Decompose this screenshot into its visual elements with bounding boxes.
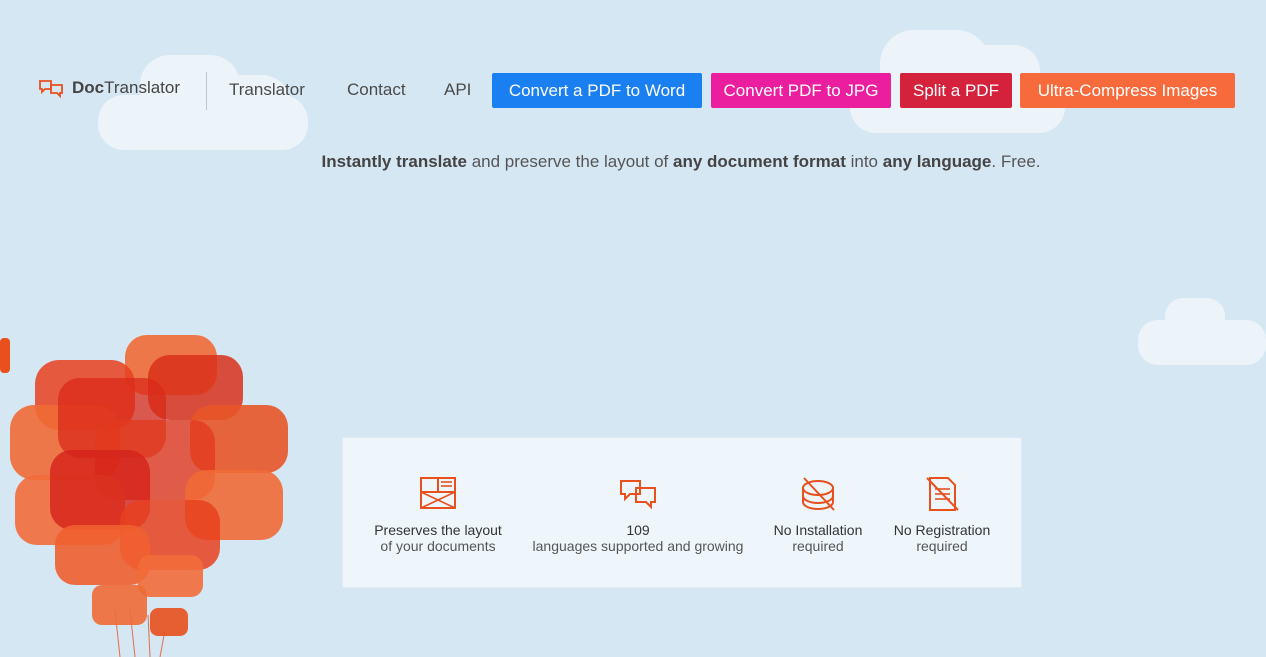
doctranslator-logo-icon	[39, 80, 63, 98]
feature-title: Preserves the layout	[374, 522, 502, 538]
feature-subtitle: required	[792, 538, 844, 554]
no-registration-icon	[926, 477, 959, 511]
brand-logo[interactable]: DocTranslator	[38, 78, 180, 98]
nav-divider	[206, 72, 207, 110]
features-panel: Preserves the layout of your documents 1…	[342, 437, 1022, 588]
feature-no-installation: No Installation required	[753, 474, 883, 554]
brand-name: DocTranslator	[72, 78, 181, 97]
convert-pdf-to-word-button[interactable]: Convert a PDF to Word	[492, 73, 702, 108]
nav-link-contact[interactable]: Contact	[347, 80, 406, 100]
feature-no-registration: No Registration required	[883, 474, 1001, 554]
nav-link-translator[interactable]: Translator	[229, 80, 305, 100]
feature-title: 109	[626, 522, 650, 538]
no-installation-icon	[802, 477, 835, 511]
navbar: DocTranslator Translator Contact API Con…	[0, 70, 1266, 110]
convert-pdf-to-jpg-button[interactable]: Convert PDF to JPG	[711, 73, 891, 108]
split-pdf-button[interactable]: Split a PDF	[900, 73, 1012, 108]
feature-subtitle: required	[916, 538, 968, 554]
nav-link-api[interactable]: API	[444, 80, 471, 100]
feature-title: No Installation	[773, 522, 863, 538]
speech-bubble-balloons-illustration	[0, 335, 288, 657]
translate-bubbles-icon	[620, 480, 656, 510]
feature-languages: 109 languages supported and growing	[523, 474, 753, 554]
feature-preserves-layout: Preserves the layout of your documents	[353, 474, 523, 554]
feature-subtitle: of your documents	[380, 538, 496, 554]
feature-title: No Registration	[893, 522, 991, 538]
document-layout-icon	[420, 477, 456, 509]
tagline: Instantly translate and preserve the lay…	[321, 152, 1041, 171]
ultra-compress-images-button[interactable]: Ultra-Compress Images	[1020, 73, 1235, 108]
feature-subtitle: languages supported and growing	[532, 538, 744, 554]
